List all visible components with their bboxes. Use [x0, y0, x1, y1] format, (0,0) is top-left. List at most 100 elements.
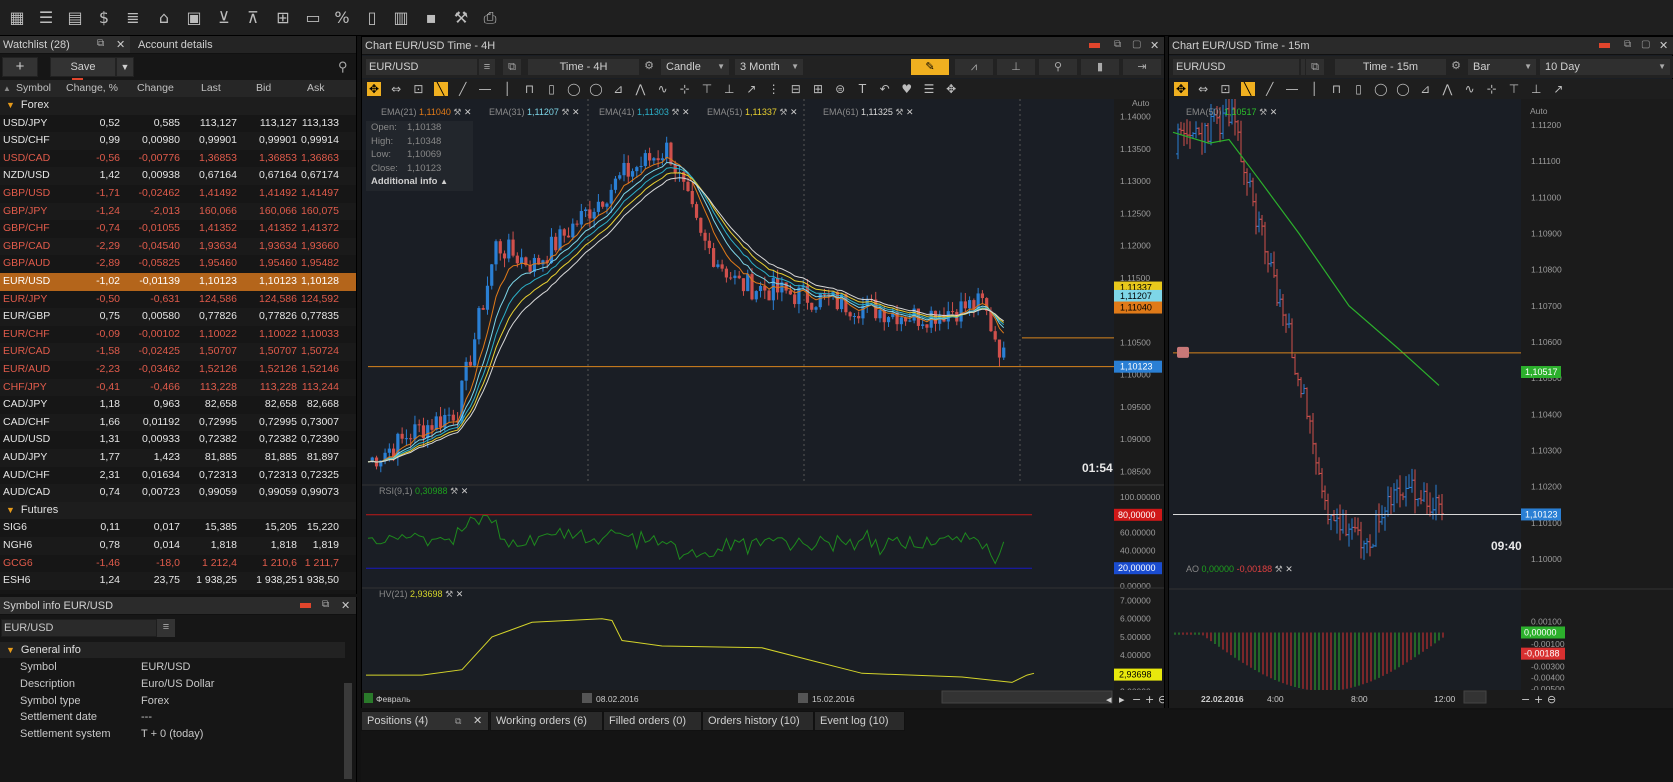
drawing-tool-icon[interactable]: ▯ — [1352, 82, 1366, 96]
watchlist-row[interactable]: EUR/GBP 0,75 0,00580 0,77826 0,77826 0,77835 — [0, 308, 356, 326]
chart-15m-plot[interactable]: Auto 1.11200 1.11100 1.11000 1.10900 1.10800 1… — [1169, 99, 1673, 708]
col-change-pct[interactable]: Change, % — [66, 80, 118, 97]
drawing-tool-icon[interactable]: ╱ — [1263, 82, 1277, 96]
drawing-tool-icon[interactable]: ― — [478, 82, 492, 96]
watchlist-row[interactable]: GBP/JPY -1,24 -2,013 160,066 160,066 160,075 — [0, 202, 356, 221]
ema-wrench-icon[interactable]: ⚒ — [561, 107, 569, 117]
drawing-tool-icon[interactable]: ↗ — [1551, 82, 1565, 96]
list-icon[interactable]: ≣ — [122, 7, 144, 29]
drawing-tool-icon[interactable]: ⊡ — [411, 82, 425, 96]
printer-icon[interactable]: ⎙ — [479, 7, 501, 29]
search-icon[interactable]: ⚲ — [338, 59, 348, 75]
chart-4h-draw-icon[interactable]: ✎ — [910, 58, 950, 76]
drawing-tool-icon[interactable]: ∿ — [656, 82, 670, 96]
drawing-tool-icon[interactable]: ✥ — [944, 82, 958, 96]
ema-close-icon[interactable]: ✕ — [682, 107, 690, 117]
watchlist-row[interactable]: SIG6 0,11 0,017 15,385 15,205 15,220 — [0, 519, 356, 537]
ao-close-icon[interactable]: ✕ — [1285, 564, 1293, 574]
chart-4h-link-icon[interactable]: ⧉ — [502, 58, 522, 76]
drawing-tool-icon[interactable]: ⊥ — [722, 82, 736, 96]
col-change[interactable]: Change — [137, 80, 174, 97]
cart-icon[interactable]: ⊻ — [213, 7, 235, 29]
drawing-tool-icon[interactable]: ◯ — [1374, 82, 1388, 96]
tab-close-icon[interactable]: ✕ — [473, 712, 482, 730]
drawing-tool-icon[interactable]: ◯ — [589, 82, 603, 96]
drawing-tool-icon[interactable]: ⊹ — [678, 82, 692, 96]
chart-15m-link-icon[interactable]: ⧉ — [1305, 58, 1325, 76]
drawing-tool-icon[interactable]: ⊹ — [1485, 82, 1499, 96]
drawing-tool-icon[interactable]: ✥ — [1174, 82, 1188, 96]
doc-icon[interactable]: ▯ — [361, 7, 383, 29]
drawing-tool-icon[interactable]: │ — [1307, 82, 1321, 96]
drawing-tool-icon[interactable]: ╲ — [433, 82, 448, 96]
watchlist-row[interactable]: GBP/USD -1,71 -0,02462 1,41492 1,41492 1,4149… — [0, 185, 356, 203]
chart-4h-close-icon[interactable]: ✕ — [1150, 39, 1159, 52]
add-symbol-button[interactable]: + — [2, 57, 38, 77]
chart-4h-settings-icon[interactable]: ⚙ — [642, 58, 656, 76]
hv-wrench-icon[interactable]: ⚒ — [445, 589, 453, 599]
watchlist-row[interactable]: USD/CHF 0,99 0,00980 0,99901 0,99901 0,99914 — [0, 132, 356, 150]
cart-alt-icon[interactable]: ⊼ — [242, 7, 264, 29]
dollar-icon[interactable]: $ — [93, 7, 115, 29]
watchlist-row[interactable]: USD/JPY 0,52 0,585 113,127 113,127 113,133 — [0, 115, 356, 133]
chart-15m-minimize-icon[interactable]: ⧉ — [1624, 39, 1631, 50]
watchlist-row[interactable]: EUR/CAD -1,58 -0,02425 1,50707 1,50707 1,5072… — [0, 343, 356, 361]
percent-icon[interactable]: % — [331, 7, 353, 29]
col-ask[interactable]: Ask — [307, 80, 325, 97]
watchlist-row[interactable]: CLH66,681,9831,6231,6231,64 — [0, 590, 356, 594]
chart-15m-symbol-field[interactable]: EUR/USD — [1172, 58, 1300, 76]
watchlist-row[interactable]: EUR/AUD -2,23 -0,03462 1,52126 1,52126 1,5214… — [0, 361, 356, 379]
symbol-input[interactable]: EUR/USD — [1, 619, 157, 637]
chart-4h-trade-icon[interactable]: ⊥ — [996, 58, 1036, 76]
ema-wrench-icon[interactable]: ⚒ — [671, 107, 679, 117]
symbol-list-icon[interactable]: ≡ — [157, 619, 175, 637]
ema50-wrench-icon[interactable]: ⚒ — [1259, 107, 1267, 117]
ema50-close-icon[interactable]: ✕ — [1270, 107, 1278, 117]
account-details-tab[interactable]: Account details — [130, 36, 356, 54]
chart-4h-zoom-icon[interactable]: ⚲ — [1038, 58, 1078, 76]
col-symbol[interactable]: Symbol — [16, 80, 51, 97]
drawing-tool-icon[interactable]: ⋀ — [1440, 82, 1454, 96]
watchlist-row[interactable]: GBP/AUD -2,89 -0,05825 1,95460 1,95460 1,9548… — [0, 255, 356, 273]
rsi-close-icon[interactable]: ✕ — [461, 486, 469, 496]
drawing-tool-icon[interactable]: ⊿ — [611, 82, 625, 96]
drawing-tool-icon[interactable]: ▯ — [545, 82, 559, 96]
drawing-tool-icon[interactable]: ⊓ — [522, 82, 536, 96]
chart-4h-maximize-icon[interactable]: ▢ — [1132, 39, 1141, 50]
watchlist-group[interactable]: ▼ Forex — [0, 97, 356, 115]
tab-orders-history[interactable]: Orders history (10) — [702, 711, 814, 731]
chart-4h-plot[interactable]: 1.14000 1.13500 1.13000 1.12500 1.12000 1.115… — [362, 99, 1164, 708]
chart-15m-maximize-icon[interactable]: ▢ — [1641, 39, 1650, 50]
hv-close-icon[interactable]: ✕ — [456, 589, 464, 599]
symbol-info-link-indicator[interactable] — [300, 603, 311, 608]
drawing-tool-icon[interactable]: ╱ — [456, 82, 470, 96]
drawing-tool-icon[interactable]: ☰ — [922, 82, 936, 96]
tab-working-orders[interactable]: Working orders (6) — [490, 711, 603, 731]
drawing-tool-icon[interactable]: ⇔ — [1196, 82, 1210, 96]
watchlist-row[interactable]: EUR/CHF -0,09 -0,00102 1,10022 1,10022 1,1003… — [0, 326, 356, 344]
save-watchlist-button[interactable]: Save — [50, 57, 116, 77]
drawing-tool-icon[interactable]: ⋮ — [767, 82, 781, 96]
watchlist-row[interactable]: NGH6 0,78 0,014 1,818 1,818 1,819 — [0, 537, 356, 555]
rsi-wrench-icon[interactable]: ⚒ — [450, 486, 458, 496]
chart-4h-link-indicator[interactable] — [1089, 43, 1100, 48]
ao-wrench-icon[interactable]: ⚒ — [1275, 564, 1283, 574]
drawing-tool-icon[interactable]: ⇔ — [389, 82, 403, 96]
chart-4h-symbol-list-icon[interactable]: ≡ — [478, 58, 496, 76]
ema-wrench-icon[interactable]: ⚒ — [453, 107, 461, 117]
ema-wrench-icon[interactable]: ⚒ — [779, 107, 787, 117]
card-icon[interactable]: ▭ — [302, 7, 324, 29]
chart-15m-timeframe-select[interactable]: Time - 15m — [1334, 58, 1447, 76]
col-bid[interactable]: Bid — [256, 80, 271, 97]
chart-4h-timeframe-select[interactable]: Time - 4H — [527, 58, 640, 76]
watchlist-row[interactable]: ESH6 1,24 23,75 1 938,25 1 938,25 1 938,50 — [0, 572, 356, 590]
watchlist-row[interactable]: CAD/CHF 1,66 0,01192 0,72995 0,72995 0,73007 — [0, 413, 356, 432]
list-doc-icon[interactable]: ▥ — [390, 7, 412, 29]
drawing-tool-icon[interactable]: ⊜ — [833, 82, 847, 96]
chart-4h-clear-icon[interactable]: ▮ — [1080, 58, 1120, 76]
chart-15m-range-select[interactable]: 10 Day ▼ — [1539, 58, 1671, 76]
ema-close-icon[interactable]: ✕ — [572, 107, 580, 117]
watchlist-row[interactable]: GBP/CAD -2,29 -0,04540 1,93634 1,93634 1,9366… — [0, 237, 356, 256]
briefcase-icon[interactable]: ▣ — [183, 7, 205, 29]
watchlist-row[interactable]: USD/CAD -0,56 -0,00776 1,36853 1,36853 1,3686… — [0, 150, 356, 168]
